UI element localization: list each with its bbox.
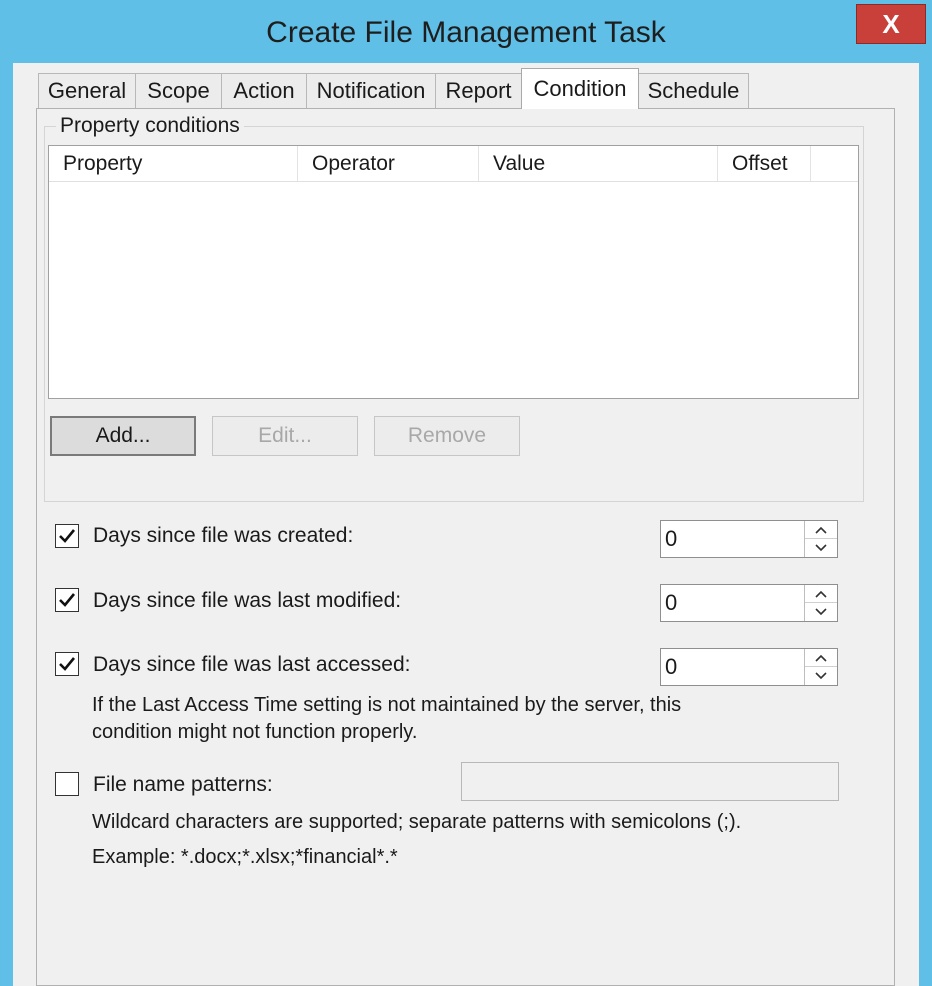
- check-icon: [59, 593, 76, 607]
- spin-up-button[interactable]: [805, 585, 837, 603]
- column-header-operator[interactable]: Operator: [298, 146, 479, 181]
- file-patterns-checkbox[interactable]: [55, 772, 79, 796]
- created-days-value: 0: [665, 526, 678, 551]
- spin-down-button[interactable]: [805, 667, 837, 685]
- modified-days-value: 0: [665, 590, 678, 615]
- last-access-note-line-1: If the Last Access Time setting is not m…: [92, 694, 682, 716]
- tab-condition[interactable]: Condition: [521, 68, 639, 109]
- chevron-down-icon: [815, 544, 827, 552]
- window-title: Create File Management Task: [266, 16, 666, 49]
- chevron-up-icon: [815, 590, 827, 598]
- tab-report[interactable]: Report: [435, 73, 522, 108]
- modified-label: Days since file was last modified:: [93, 589, 402, 612]
- check-icon: [59, 529, 76, 543]
- accessed-days-value: 0: [665, 654, 678, 679]
- tab-notification[interactable]: Notification: [306, 73, 436, 108]
- spin-buttons: [804, 521, 837, 557]
- dialog-window: Create File Management Task X General Sc…: [0, 0, 932, 986]
- tab-label: Schedule: [647, 78, 740, 103]
- chevron-down-icon: [815, 672, 827, 680]
- tab-action[interactable]: Action: [221, 73, 307, 108]
- spin-buttons: [804, 585, 837, 621]
- column-header-value[interactable]: Value: [479, 146, 718, 181]
- spin-buttons: [804, 649, 837, 685]
- button-label: Remove: [407, 424, 487, 447]
- property-conditions-list[interactable]: Property Operator Value Offset: [48, 145, 859, 399]
- tab-label: Report: [445, 78, 512, 103]
- column-header-property[interactable]: Property: [49, 146, 298, 181]
- modified-days-stepper[interactable]: 0: [660, 584, 838, 622]
- add-button[interactable]: Add...: [50, 416, 196, 456]
- tab-label: General: [47, 78, 127, 103]
- tab-label: Scope: [147, 78, 210, 103]
- tab-label: Condition: [533, 76, 627, 101]
- button-label: Add...: [95, 424, 151, 447]
- property-conditions-label: Property conditions: [56, 114, 244, 138]
- created-days-stepper[interactable]: 0: [660, 520, 838, 558]
- accessed-days-stepper[interactable]: 0: [660, 648, 838, 686]
- file-patterns-label: File name patterns:: [93, 773, 273, 796]
- check-icon: [59, 657, 76, 671]
- last-access-note-line-2: condition might not function properly.: [92, 721, 418, 743]
- column-label: Offset: [732, 151, 788, 175]
- spin-down-button[interactable]: [805, 539, 837, 557]
- column-label: Operator: [312, 151, 395, 175]
- accessed-label: Days since file was last accessed:: [93, 653, 411, 676]
- list-header: Property Operator Value Offset: [49, 146, 858, 182]
- close-icon: X: [882, 8, 900, 39]
- column-label: Property: [63, 151, 143, 175]
- file-patterns-input[interactable]: [461, 762, 839, 801]
- remove-button[interactable]: Remove: [374, 416, 520, 456]
- spin-down-button[interactable]: [805, 603, 837, 621]
- wildcard-note: Wildcard characters are supported; separ…: [92, 811, 742, 833]
- tab-general[interactable]: General: [38, 73, 136, 108]
- column-header-offset[interactable]: Offset: [718, 146, 811, 181]
- modified-checkbox[interactable]: [55, 588, 79, 612]
- button-label: Edit...: [258, 424, 312, 447]
- tab-label: Notification: [316, 78, 426, 103]
- tab-scope[interactable]: Scope: [135, 73, 222, 108]
- tab-schedule[interactable]: Schedule: [638, 73, 749, 108]
- last-access-note: If the Last Access Time setting is not m…: [92, 692, 681, 746]
- close-button[interactable]: X: [856, 4, 926, 44]
- tab-label: Action: [233, 78, 295, 103]
- chevron-up-icon: [815, 654, 827, 662]
- chevron-up-icon: [815, 526, 827, 534]
- example-note: Example: *.docx;*.xlsx;*financial*.*: [92, 846, 398, 868]
- spin-up-button[interactable]: [805, 521, 837, 539]
- chevron-down-icon: [815, 608, 827, 616]
- accessed-checkbox[interactable]: [55, 652, 79, 676]
- edit-button[interactable]: Edit...: [212, 416, 358, 456]
- created-label: Days since file was created:: [93, 524, 354, 547]
- column-label: Value: [493, 151, 546, 175]
- created-checkbox[interactable]: [55, 524, 79, 548]
- spin-up-button[interactable]: [805, 649, 837, 667]
- title-bar[interactable]: Create File Management Task X: [0, 0, 932, 66]
